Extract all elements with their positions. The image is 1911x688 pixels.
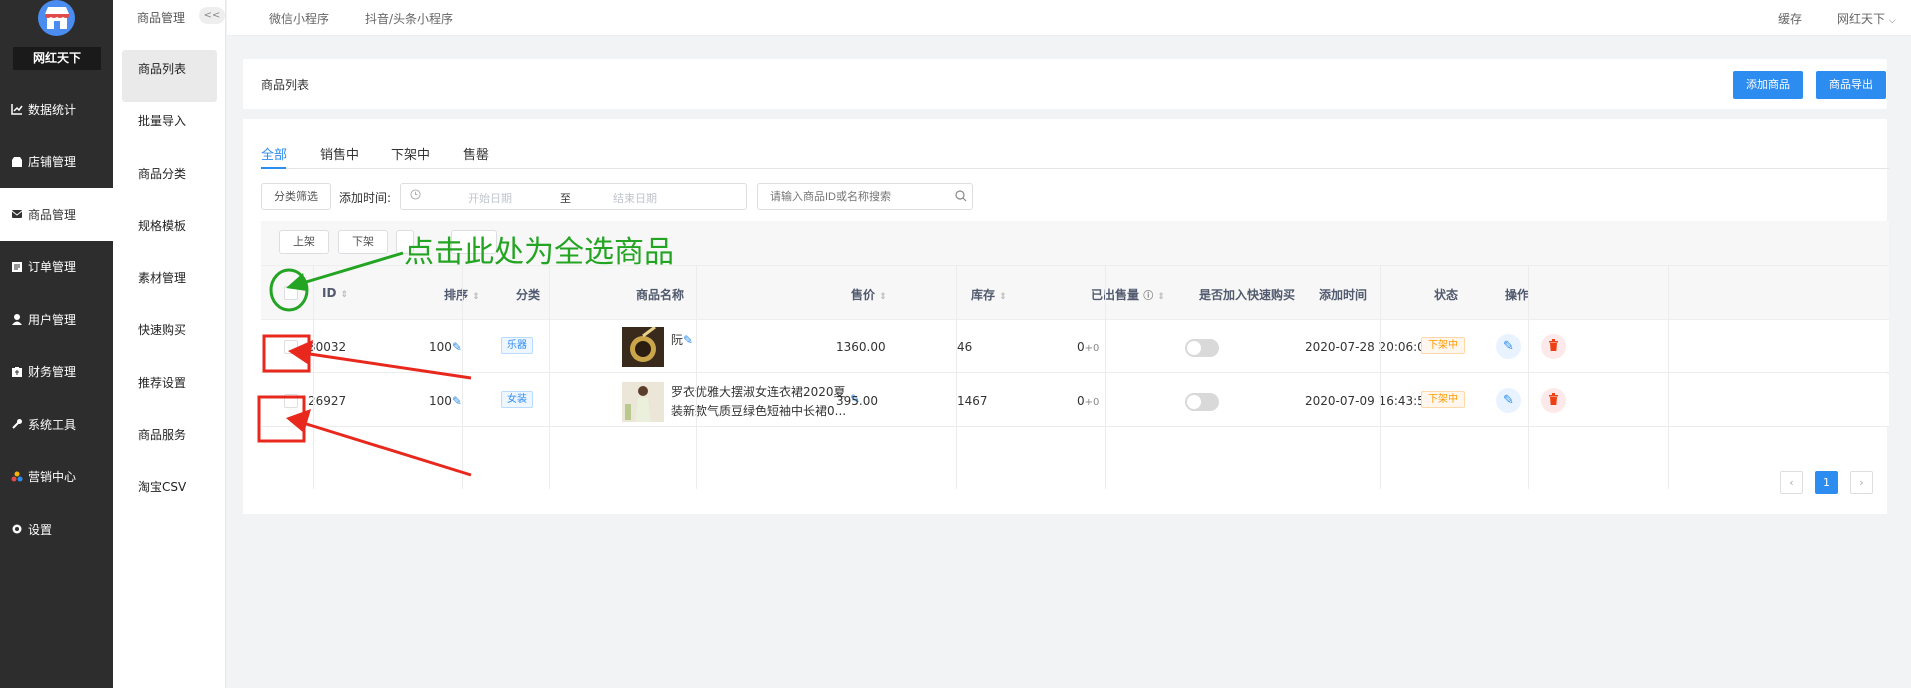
annotation-red-arrow (299, 420, 472, 477)
app-root: 网红天下 数据统计 店铺管理 商品管理 订单管理 用户管理 财务管理 系统工具 … (0, 0, 1911, 688)
annotation-green-arrowhead (286, 273, 307, 291)
annotation-text: 点击此处为全选商品 (404, 235, 674, 270)
annotation-red-arrowhead (288, 340, 313, 365)
annotation-red-arrowhead (286, 409, 311, 433)
annotation-red-arrow (302, 351, 472, 380)
annotation-overlay (257, 251, 472, 477)
annotation-green-arrow (295, 251, 404, 287)
